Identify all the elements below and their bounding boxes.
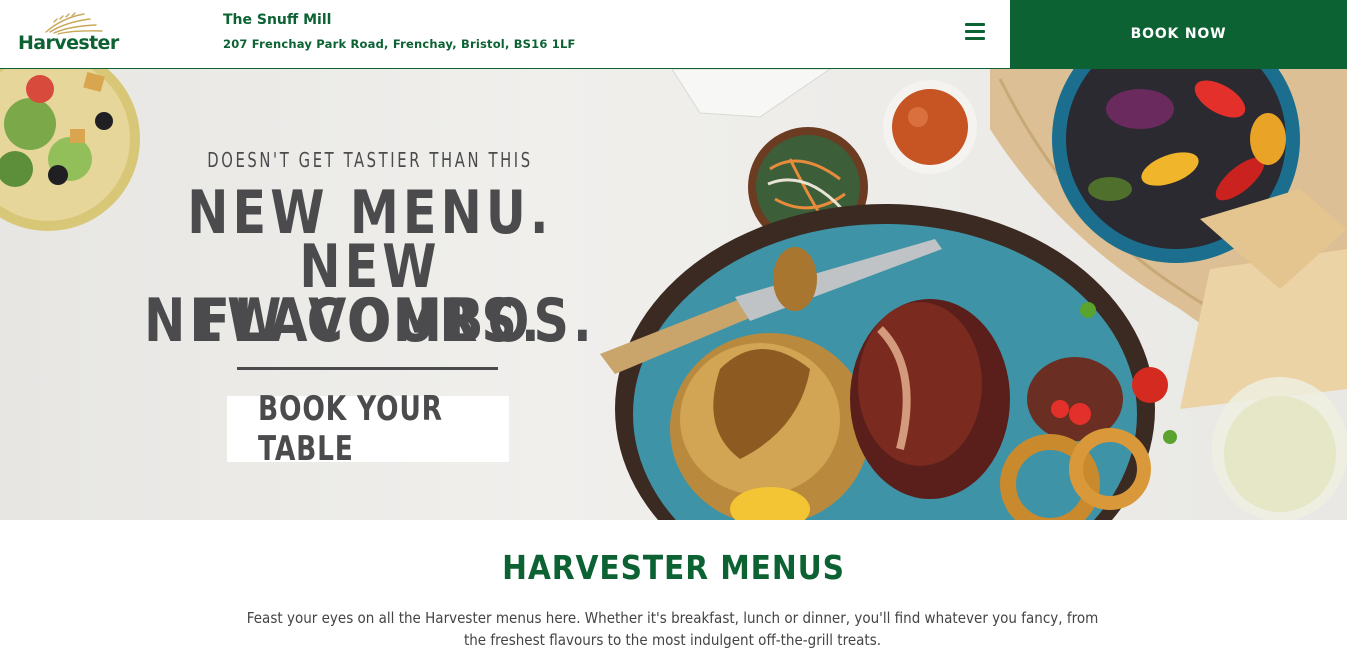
site-header: Harvester The Snuff Mill 207 Frenchay Pa… bbox=[0, 0, 1347, 69]
book-your-table-label: BOOK YOUR TABLE bbox=[258, 389, 443, 469]
hero-divider bbox=[237, 367, 498, 370]
logo-text: Harvester bbox=[18, 32, 119, 54]
hamburger-menu-icon[interactable] bbox=[962, 21, 988, 43]
hero-banner: DOESN'T GET TASTIER THAN THIS NEW MENU. … bbox=[0, 69, 1347, 520]
book-your-table-button[interactable]: BOOK YOUR TABLE bbox=[227, 389, 509, 469]
menus-section-title: HARVESTER MENUS bbox=[502, 548, 845, 587]
menus-section-description: Feast your eyes on all the Harvester men… bbox=[246, 609, 1099, 649]
hero-headline-line-3: NEW COMBOS. bbox=[144, 286, 596, 356]
harvester-logo[interactable]: Harvester bbox=[18, 10, 119, 58]
restaurant-address: 207 Frenchay Park Road, Frenchay, Bristo… bbox=[223, 37, 576, 51]
restaurant-name: The Snuff Mill bbox=[223, 12, 332, 28]
hero-tagline: DOESN'T GET TASTIER THAN THIS bbox=[207, 148, 533, 172]
book-now-button[interactable]: BOOK NOW bbox=[1010, 0, 1347, 68]
